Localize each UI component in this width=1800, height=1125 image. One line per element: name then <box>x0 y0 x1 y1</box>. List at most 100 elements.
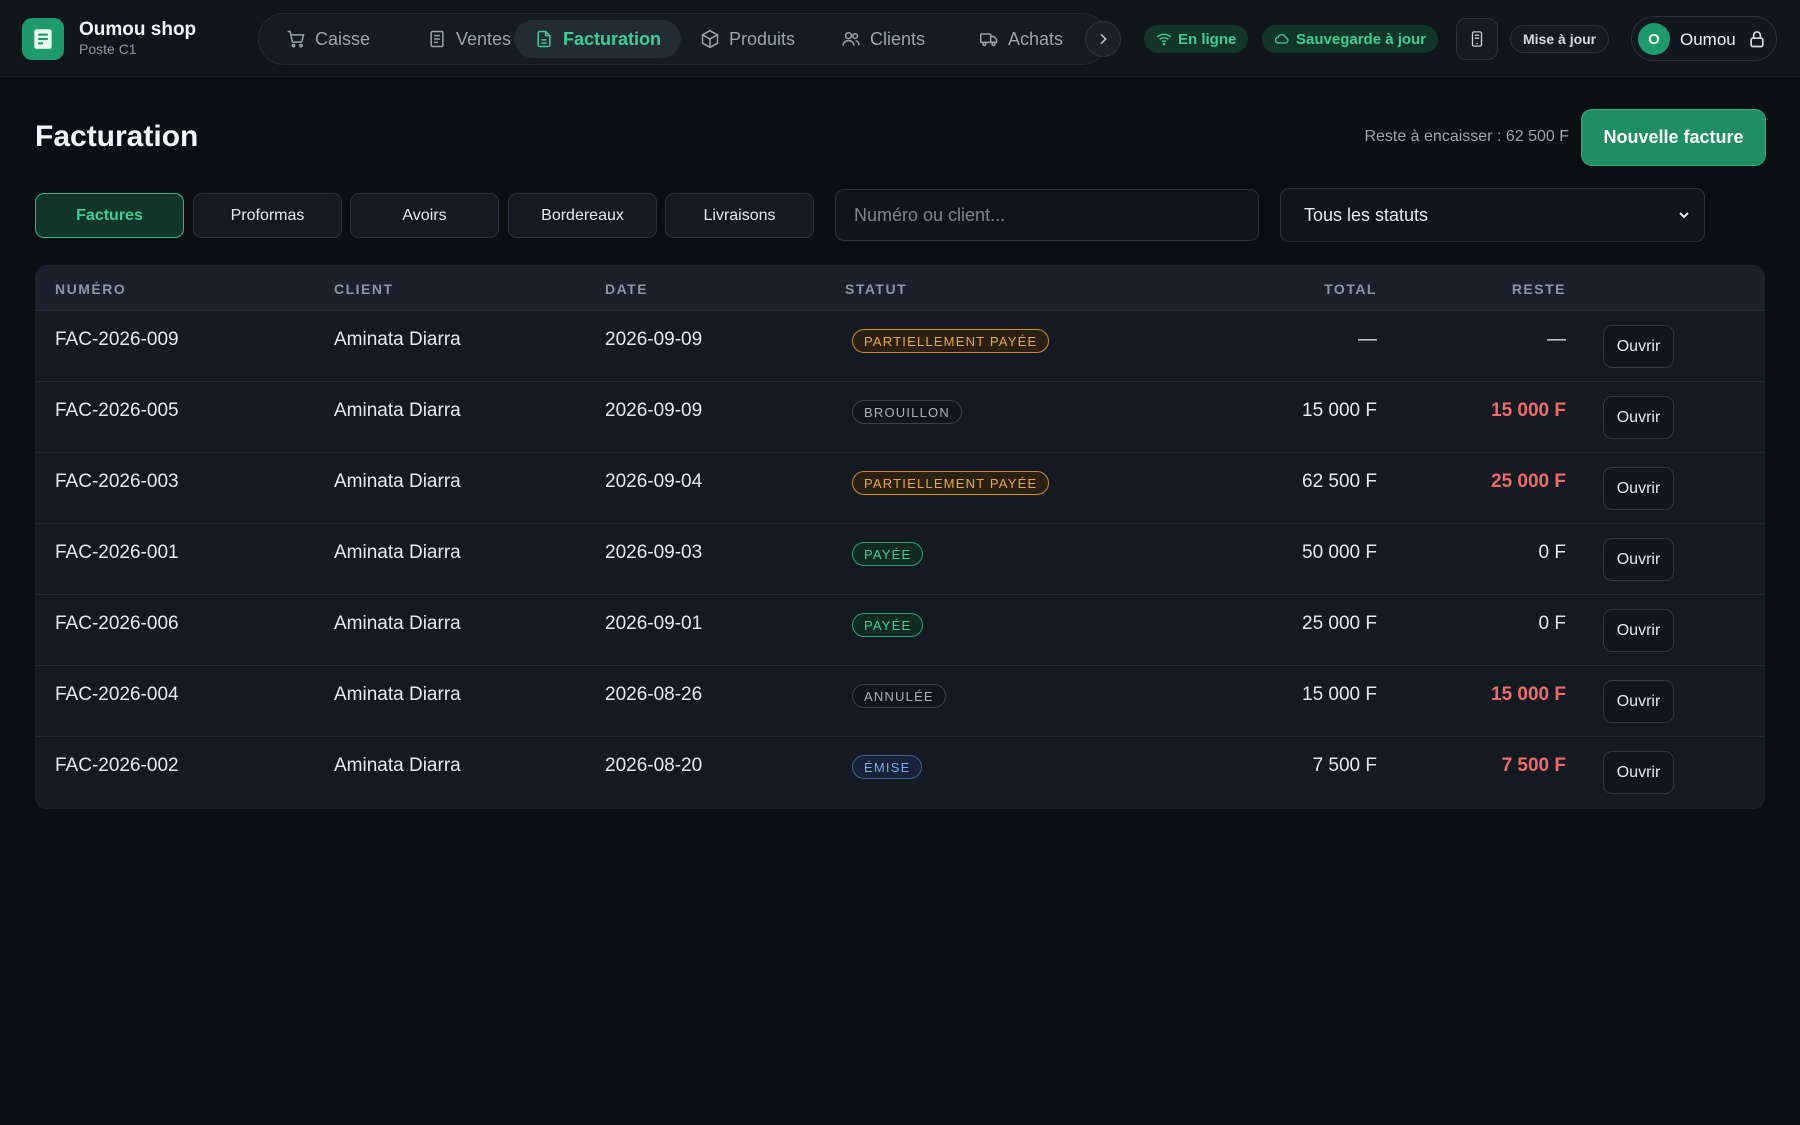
station-name: Poste C1 <box>79 41 137 57</box>
open-invoice-button[interactable]: Ouvrir <box>1603 609 1674 652</box>
status-badge: PAYÉE <box>852 613 924 637</box>
column-header-date: DATE <box>605 281 649 297</box>
table-row: FAC-2026-003 Aminata Diarra 2026-09-04 PART… <box>36 453 1764 524</box>
user-menu[interactable]: O Oumou <box>1631 16 1777 61</box>
invoice-client: Aminata Diarra <box>334 400 461 421</box>
invoice-number: FAC-2026-001 <box>55 542 179 563</box>
wifi-icon <box>1156 33 1172 46</box>
status-badge: BROUILLON <box>852 400 962 424</box>
status-badge: PAYÉE <box>852 542 924 566</box>
chevron-down-icon <box>1679 212 1689 219</box>
invoice-total: 25 000 F <box>1302 613 1377 634</box>
invoice-client: Aminata Diarra <box>334 684 461 705</box>
search-input[interactable] <box>835 189 1259 241</box>
tab-livraisons[interactable]: Livraisons <box>665 193 814 238</box>
nav-scroll-button[interactable] <box>1085 21 1121 57</box>
nav-item-clients[interactable]: Clients <box>821 20 945 58</box>
nav-item-caisse[interactable]: Caisse <box>266 20 390 58</box>
user-name: Oumou <box>1680 30 1736 49</box>
invoice-total: 62 500 F <box>1302 471 1377 492</box>
invoice-number: FAC-2026-002 <box>55 755 179 776</box>
remaining-to-collect: Reste à encaisser : 62 500 F <box>1364 128 1569 145</box>
new-invoice-button[interactable]: Nouvelle facture <box>1582 110 1765 165</box>
nav-item-label: Produits <box>729 28 796 49</box>
open-invoice-button[interactable]: Ouvrir <box>1603 467 1674 510</box>
tab-bordereaux[interactable]: Bordereaux <box>508 193 657 238</box>
table-row: FAC-2026-002 Aminata Diarra 2026-08-20 ÉMIS… <box>36 737 1764 808</box>
invoice-date: 2026-08-20 <box>605 755 703 776</box>
nav-item-ventes[interactable]: Ventes <box>407 20 531 58</box>
invoice-date: 2026-09-09 <box>605 400 703 421</box>
column-header-number: NUMÉRO <box>55 281 127 297</box>
status-badge: ÉMISE <box>852 755 923 779</box>
invoice-date: 2026-09-01 <box>605 613 703 634</box>
open-invoice-button[interactable]: Ouvrir <box>1603 325 1674 368</box>
invoice-date: 2026-09-04 <box>605 471 703 492</box>
tab-avoirs[interactable]: Avoirs <box>350 193 499 238</box>
nav-item-label: Achats <box>1008 28 1064 49</box>
invoice-client: Aminata Diarra <box>334 542 461 563</box>
device-button[interactable] <box>1456 18 1498 60</box>
invoice-number: FAC-2026-004 <box>55 684 179 705</box>
nav-item-produits[interactable]: Produits <box>680 20 815 58</box>
box-icon <box>701 29 719 49</box>
chevron-right-icon <box>1100 33 1107 45</box>
invoice-number: FAC-2026-009 <box>55 329 179 350</box>
truck-icon <box>979 33 998 47</box>
invoice-remaining: 25 000 F <box>1491 471 1566 492</box>
status-badge: PARTIELLEMENT PAYÉE <box>852 471 1050 495</box>
invoice-number: FAC-2026-006 <box>55 613 179 634</box>
invoice-total: 7 500 F <box>1312 755 1377 776</box>
invoice-remaining: 15 000 F <box>1491 400 1566 421</box>
status-filter-value: Tous les statuts <box>1304 205 1429 225</box>
cart-icon <box>287 30 305 48</box>
nav-item-facturation[interactable]: Facturation <box>514 20 682 58</box>
nav-item-achats[interactable]: Achats <box>959 20 1083 58</box>
open-invoice-button[interactable]: Ouvrir <box>1603 538 1674 581</box>
page-title: Facturation <box>35 120 199 153</box>
table-header: NUMÉRO CLIENT DATE STATUT TOTAL RESTE <box>36 266 1764 311</box>
invoices-table: NUMÉRO CLIENT DATE STATUT TOTAL RESTE FA… <box>35 265 1765 809</box>
invoice-total: 15 000 F <box>1302 684 1377 705</box>
update-button[interactable]: Mise à jour <box>1510 25 1610 53</box>
invoice-total: — <box>1358 329 1377 350</box>
open-invoice-button[interactable]: Ouvrir <box>1603 396 1674 439</box>
invoice-number: FAC-2026-005 <box>55 400 179 421</box>
receipt-icon <box>430 30 444 48</box>
invoice-client: Aminata Diarra <box>334 613 461 634</box>
invoice-remaining: 7 500 F <box>1501 755 1566 776</box>
avatar: O <box>1638 23 1670 55</box>
document-icon <box>537 30 551 48</box>
lock-icon[interactable] <box>1747 29 1767 49</box>
invoice-number: FAC-2026-003 <box>55 471 179 492</box>
column-header-client: CLIENT <box>334 281 394 297</box>
nav-item-label: Ventes <box>456 28 512 49</box>
status-badge: PARTIELLEMENT PAYÉE <box>852 329 1050 353</box>
cloud-icon <box>1274 34 1289 44</box>
invoice-date: 2026-08-26 <box>605 684 703 705</box>
invoice-remaining: — <box>1547 329 1566 350</box>
invoice-total: 50 000 F <box>1302 542 1377 563</box>
shop-logo-icon <box>22 18 64 60</box>
users-icon <box>842 31 860 46</box>
shop-name: Oumou shop <box>79 19 197 40</box>
open-invoice-button[interactable]: Ouvrir <box>1603 680 1674 723</box>
status-badge: ANNULÉE <box>852 684 946 708</box>
table-row: FAC-2026-004 Aminata Diarra 2026-08-26 ANNU… <box>36 666 1764 737</box>
table-row: FAC-2026-005 Aminata Diarra 2026-09-09 BROU… <box>36 382 1764 453</box>
tab-proformas[interactable]: Proformas <box>193 193 342 238</box>
invoice-client: Aminata Diarra <box>334 471 461 492</box>
invoice-remaining: 0 F <box>1538 613 1566 634</box>
open-invoice-button[interactable]: Ouvrir <box>1603 751 1674 794</box>
invoice-date: 2026-09-03 <box>605 542 703 563</box>
nav-item-label: Facturation <box>563 28 662 49</box>
online-status-label: En ligne <box>1178 30 1237 48</box>
invoice-client: Aminata Diarra <box>334 755 461 776</box>
tab-factures[interactable]: Factures <box>35 193 184 238</box>
online-status-badge: En ligne <box>1144 25 1249 53</box>
table-row: FAC-2026-001 Aminata Diarra 2026-09-03 PAYÉ… <box>36 524 1764 595</box>
invoice-remaining: 15 000 F <box>1491 684 1566 705</box>
nav-item-label: Clients <box>870 28 926 49</box>
invoice-total: 15 000 F <box>1302 400 1377 421</box>
status-filter-select[interactable]: Tous les statuts <box>1280 188 1705 242</box>
